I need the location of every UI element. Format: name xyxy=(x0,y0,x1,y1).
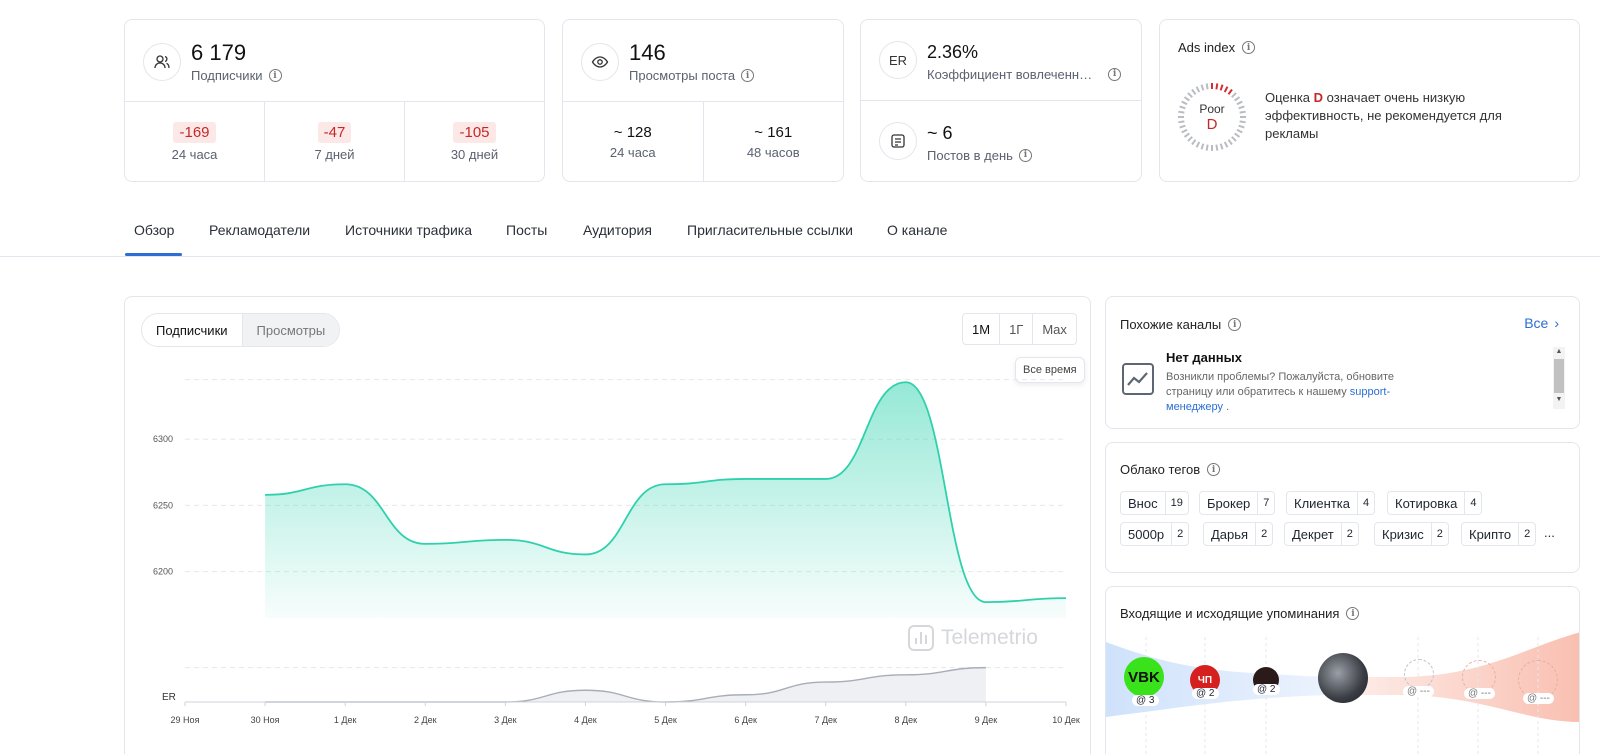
similar-empty-text: Возникли проблемы? Пожалуйста, обновите … xyxy=(1166,370,1426,415)
x-tick-label: 4 Дек xyxy=(574,715,597,725)
mentions-title: Входящие и исходящие упоминания xyxy=(1120,606,1340,621)
tag-count: 7 xyxy=(1257,492,1274,514)
tags-more[interactable]: ... xyxy=(1544,525,1555,540)
similar-all-link[interactable]: Все › xyxy=(1524,315,1559,331)
ads-desc-pre: Оценка xyxy=(1265,90,1314,105)
x-tick-label: 9 Дек xyxy=(975,715,998,725)
x-tick-label: 3 Дек xyxy=(494,715,517,725)
tag-name: Крипто xyxy=(1469,526,1512,542)
tag-item[interactable]: Котировка 4 xyxy=(1387,491,1483,515)
tag-item[interactable]: Декрет 2 xyxy=(1284,522,1359,546)
all-link-text: Все xyxy=(1524,315,1549,331)
ads-index-title: Ads index xyxy=(1178,40,1236,55)
mention-count: @ --- xyxy=(1464,688,1495,699)
tag-name: Кризис xyxy=(1382,526,1424,542)
tag-item[interactable]: Кризис 2 xyxy=(1374,522,1449,546)
watermark-text: Telemetrio xyxy=(941,626,1038,649)
tag-item[interactable]: Брокер 7 xyxy=(1199,491,1276,515)
telemetrio-logo-icon xyxy=(908,625,934,651)
gauge-grade: D xyxy=(1206,115,1218,133)
tag-item[interactable]: Внос 19 xyxy=(1120,491,1189,515)
empty-tail: . xyxy=(1223,401,1230,413)
chart-placeholder-icon xyxy=(1122,363,1154,395)
x-tick-label: 1 Дек xyxy=(334,715,357,725)
mention-avatar-vbk[interactable]: VBK xyxy=(1124,657,1164,697)
info-icon[interactable]: i xyxy=(1207,463,1221,476)
tag-name: Декрет xyxy=(1292,526,1334,542)
watermark: Telemetrio xyxy=(907,624,1038,652)
mention-count: @ --- xyxy=(1403,686,1434,697)
tag-count: 2 xyxy=(1255,523,1272,545)
tag-count: 4 xyxy=(1464,492,1481,514)
y-tick-label: 6200 xyxy=(153,567,173,577)
tag-item[interactable]: 5000р 2 xyxy=(1120,522,1190,546)
x-tick-label: 5 Дек xyxy=(654,715,677,725)
mention-count: @ 2 xyxy=(1253,684,1280,695)
chevron-right-icon: › xyxy=(1554,315,1559,331)
x-tick-label: 30 Ноя xyxy=(251,715,280,725)
scroll-thumb[interactable] xyxy=(1554,359,1564,393)
info-icon[interactable]: i xyxy=(1108,67,1122,81)
scroll-up-icon[interactable]: ▲ xyxy=(1553,347,1565,357)
tag-count: 19 xyxy=(1164,492,1188,514)
y-tick-label: 6250 xyxy=(153,500,173,510)
tag-count: 2 xyxy=(1430,523,1448,545)
x-tick-label: 6 Дек xyxy=(734,715,757,725)
tag-name: Дарья xyxy=(1211,526,1249,542)
x-tick-label: 10 Дек xyxy=(1052,715,1080,725)
y-tick-label: 6300 xyxy=(153,434,173,444)
mentions-card: Входящие и исходящие упоминания i VBK ЧП … xyxy=(1105,586,1580,754)
tag-count: 2 xyxy=(1518,523,1535,545)
tags-title: Облако тегов xyxy=(1120,462,1201,477)
x-tick-label: 29 Ноя xyxy=(171,715,200,725)
channel-avatar[interactable] xyxy=(1318,653,1368,703)
info-icon[interactable]: i xyxy=(1228,318,1242,331)
info-icon[interactable]: i xyxy=(1346,607,1360,620)
similar-title: Похожие каналы xyxy=(1120,317,1222,332)
tag-item[interactable]: Крипто 2 xyxy=(1461,522,1537,546)
tag-name: Котировка xyxy=(1395,495,1458,511)
gauge-label: Poor xyxy=(1199,101,1225,116)
scrollbar[interactable]: ▲ ▼ xyxy=(1553,347,1565,409)
mention-count: @ 3 xyxy=(1132,695,1159,706)
ads-desc-grade: D xyxy=(1313,90,1324,105)
subscribers-area xyxy=(265,382,1066,618)
scroll-down-icon[interactable]: ▼ xyxy=(1553,395,1565,405)
ads-description: Оценка D означает очень низкую эффективн… xyxy=(1265,89,1535,143)
tag-name: Брокер xyxy=(1207,495,1251,511)
x-tick-label: 2 Дек xyxy=(414,715,437,725)
tag-count: 2 xyxy=(1340,523,1358,545)
similar-channels-card: Похожие каналы i Все › Нет данных Возникли… xyxy=(1105,296,1580,429)
similar-empty-title: Нет данных xyxy=(1166,350,1242,365)
tag-name: 5000р xyxy=(1128,526,1165,542)
tag-name: Внос xyxy=(1128,495,1158,511)
er-axis-label: ER xyxy=(162,692,176,703)
tag-cloud-card: Облако тегов i Внос 19 Брокер 7 Клиентка 4 К… xyxy=(1105,442,1580,573)
tag-item[interactable]: Дарья 2 xyxy=(1203,522,1274,546)
tag-item[interactable]: Клиентка 4 xyxy=(1286,491,1376,515)
tag-name: Клиентка xyxy=(1294,495,1350,511)
info-icon[interactable]: i xyxy=(1242,41,1256,54)
x-tick-label: 8 Дек xyxy=(895,715,918,725)
tag-count: 4 xyxy=(1357,492,1374,514)
ads-index-card: Ads index i Poor D Оценка D означает очен… xyxy=(1159,19,1580,182)
mention-count: @ 2 xyxy=(1192,688,1219,699)
mention-count: @ --- xyxy=(1523,693,1554,704)
x-tick-label: 7 Дек xyxy=(814,715,837,725)
tag-count: 2 xyxy=(1171,523,1188,545)
mention-placeholder xyxy=(1404,659,1434,689)
